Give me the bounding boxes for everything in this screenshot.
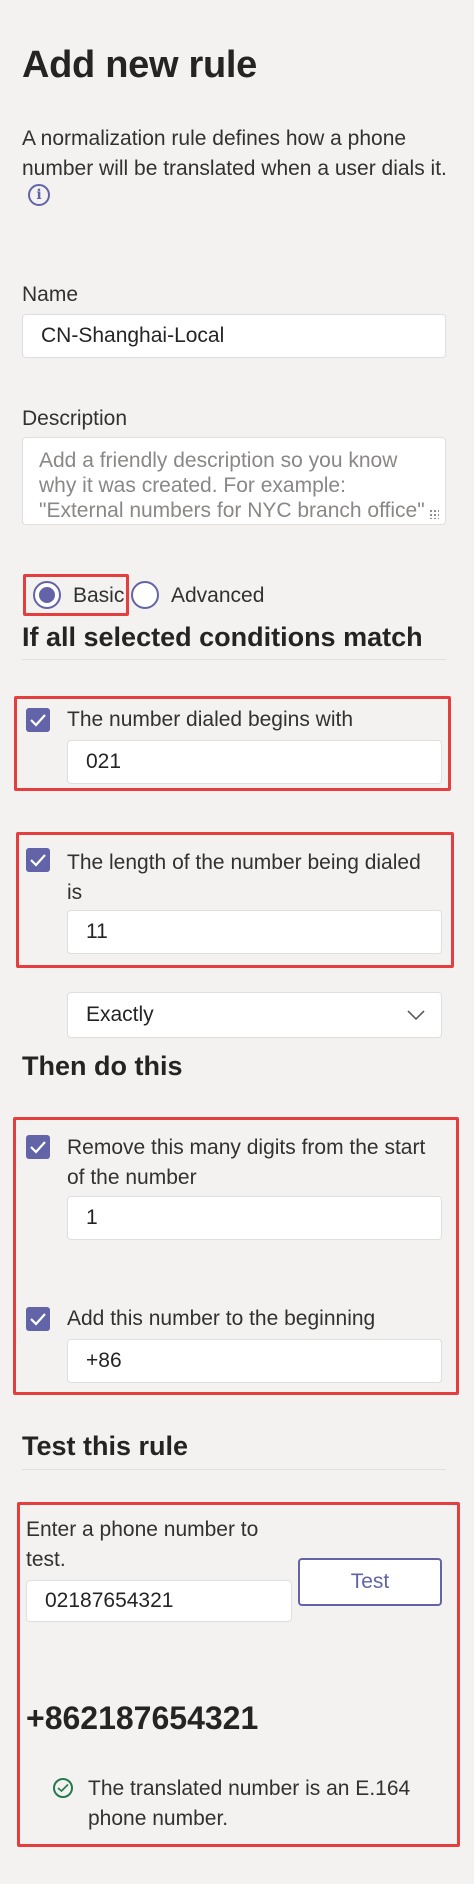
conditions-heading: If all selected conditions match xyxy=(22,622,423,652)
begins-with-label: The number dialed begins with xyxy=(67,708,354,731)
description-textarea[interactable]: Add a friendly description so you know w… xyxy=(22,437,446,525)
length-label: The length of the number being dialed is xyxy=(67,851,421,904)
length-input[interactable]: 11 xyxy=(67,910,442,954)
remove-digits-label: Remove this many digits from the start o… xyxy=(67,1136,426,1189)
success-check-icon xyxy=(53,1778,73,1798)
test-divider xyxy=(22,1469,446,1470)
advanced-radio-label[interactable]: Advanced xyxy=(171,584,264,608)
begins-with-input[interactable]: 021 xyxy=(67,740,442,784)
name-label: Name xyxy=(22,283,79,306)
translation-status: The translated number is an E.164 phone … xyxy=(88,1777,411,1830)
chevron-down-icon xyxy=(407,1010,425,1021)
info-icon[interactable]: i xyxy=(28,184,50,206)
begins-with-checkbox[interactable] xyxy=(26,708,50,732)
add-prefix-input[interactable]: +86 xyxy=(67,1339,442,1383)
add-prefix-checkbox[interactable] xyxy=(26,1307,50,1331)
resize-grip-icon[interactable] xyxy=(429,509,439,519)
length-checkbox[interactable] xyxy=(26,848,50,872)
checkmark-icon xyxy=(30,714,46,727)
basic-radio[interactable] xyxy=(33,581,61,609)
translated-number: +862187654321 xyxy=(26,1700,259,1736)
length-match-dropdown[interactable]: Exactly xyxy=(67,992,442,1038)
checkmark-icon xyxy=(30,1313,46,1326)
test-prompt: Enter a phone number to test. xyxy=(26,1518,259,1571)
page-description: A normalization rule defines how a phone… xyxy=(22,127,447,180)
remove-digits-checkbox[interactable] xyxy=(26,1135,50,1159)
test-button[interactable]: Test xyxy=(298,1558,442,1606)
checkmark-icon xyxy=(30,1141,46,1154)
description-label: Description xyxy=(22,407,128,430)
test-heading: Test this rule xyxy=(22,1431,189,1461)
basic-radio-label[interactable]: Basic xyxy=(73,584,124,608)
add-prefix-label: Add this number to the beginning xyxy=(67,1307,376,1330)
remove-digits-input[interactable]: 1 xyxy=(67,1196,442,1240)
conditions-divider xyxy=(22,659,446,660)
page-title: Add new rule xyxy=(22,44,257,86)
actions-heading: Then do this xyxy=(22,1051,183,1081)
name-input[interactable]: CN-Shanghai-Local xyxy=(22,314,446,358)
advanced-radio[interactable] xyxy=(131,581,159,609)
test-phone-input[interactable]: 02187654321 xyxy=(26,1580,292,1622)
checkmark-icon xyxy=(30,854,46,867)
